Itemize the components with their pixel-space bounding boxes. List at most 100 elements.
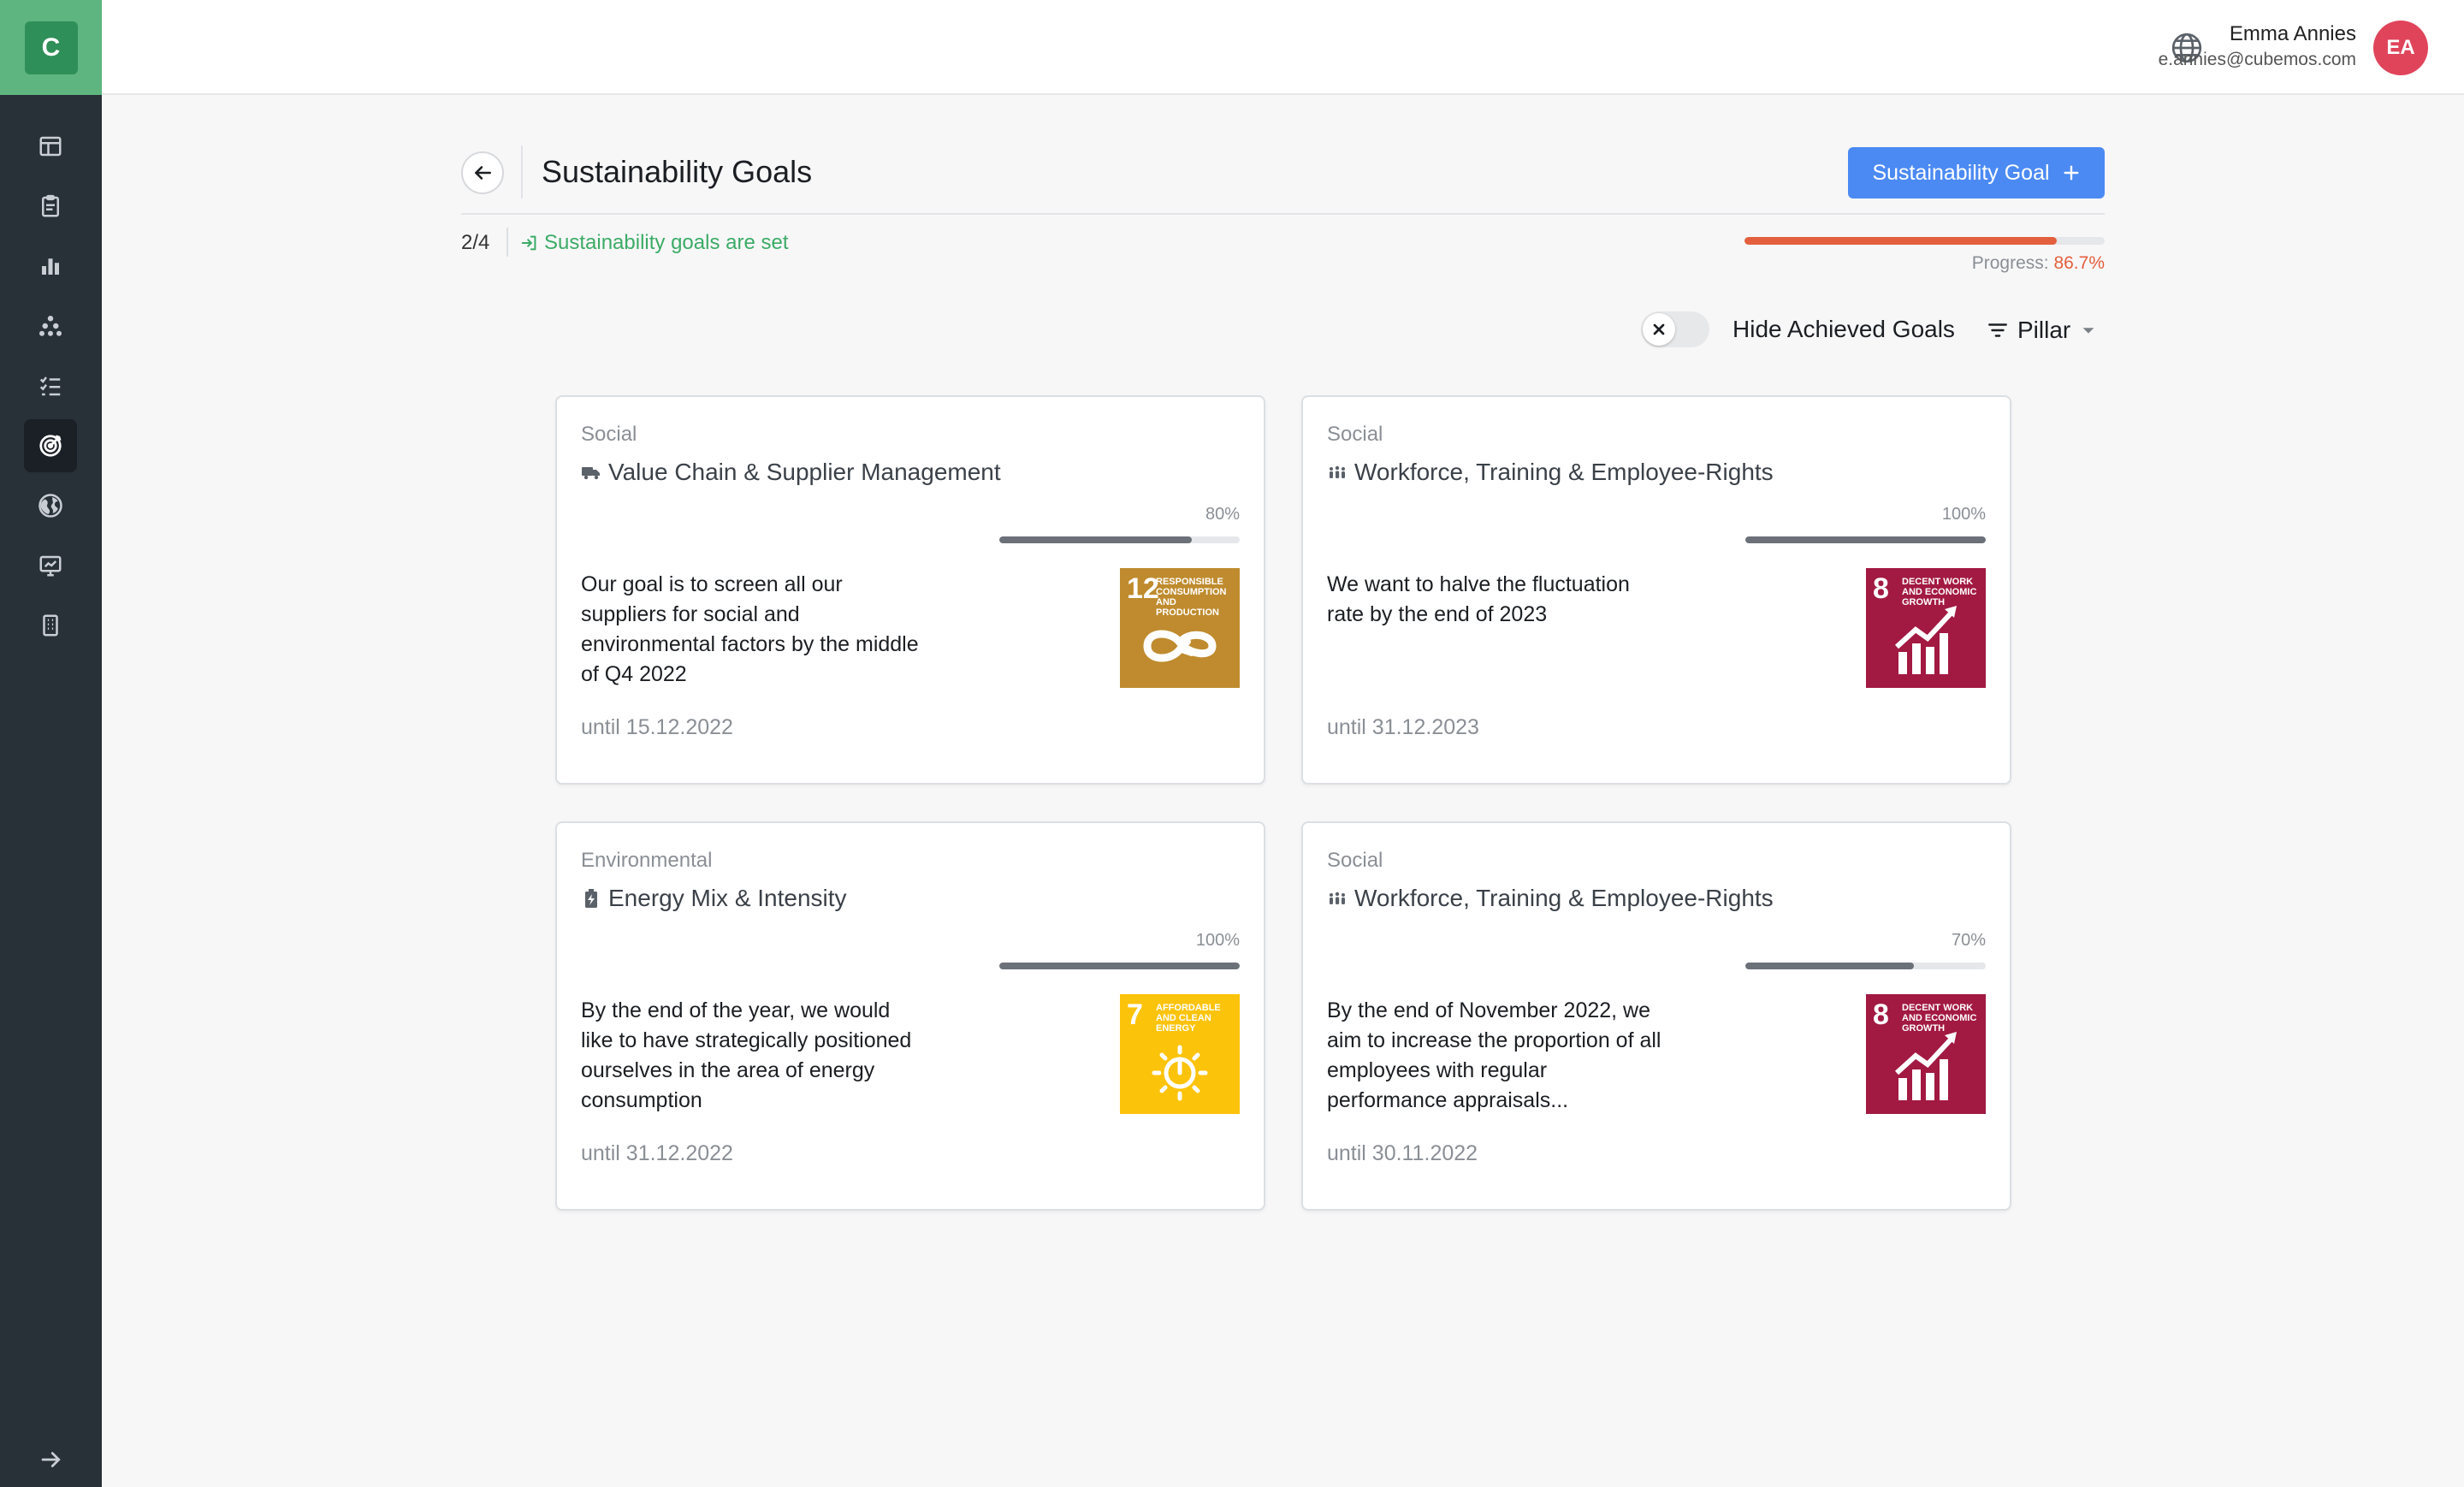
clipboard-icon (38, 193, 63, 219)
infinity-icon (1120, 568, 1240, 688)
truck-icon (581, 462, 601, 483)
goal-percent: 80% (1205, 505, 1240, 524)
goal-card[interactable]: Social Workforce, Training & Employee-Ri… (1301, 821, 2011, 1211)
progress-label: Progress: (1972, 253, 2049, 273)
goal-title-text: Value Chain & Supplier Management (608, 459, 1001, 486)
sun-power-icon (1120, 994, 1240, 1114)
globe-icon (38, 493, 63, 518)
sidebar-item-dashboard[interactable] (24, 120, 77, 173)
goal-card[interactable]: Social Value Chain & Supplier Management… (555, 395, 1265, 785)
app-logo[interactable]: C (25, 21, 78, 74)
sidebar-item-goals[interactable] (24, 419, 77, 472)
goal-progress-fill (999, 536, 1192, 543)
hide-achieved-label: Hide Achieved Goals (1732, 316, 1955, 343)
sidebar-item-global[interactable] (24, 479, 77, 532)
overall-progress-fill (1744, 237, 2057, 245)
goal-pillar: Environmental (581, 849, 712, 873)
goal-progress-bar (999, 963, 1240, 969)
sidebar-item-structure[interactable] (24, 299, 77, 352)
goal-progress-bar (999, 536, 1240, 543)
goal-title: Energy Mix & Intensity (581, 885, 847, 912)
goal-progress-bar (1745, 963, 1986, 969)
goal-description: By the end of the year, we would like to… (581, 996, 923, 1116)
goal-progress-fill (1745, 963, 1914, 969)
overall-progress-bar (1744, 237, 2105, 245)
growth-chart-icon (1866, 994, 1986, 1114)
sdg-badge: 8 Decent work and economic growth (1866, 994, 1986, 1114)
sidebar-item-presentations[interactable] (24, 539, 77, 592)
header-divider (521, 145, 523, 198)
goal-deadline: until 31.12.2023 (1327, 715, 1479, 740)
arrow-right-icon (38, 1447, 64, 1472)
goal-title: Workforce, Training & Employee-Rights (1327, 459, 1774, 486)
goal-description: We want to halve the fluctuation rate by… (1327, 570, 1669, 630)
goal-percent: 100% (1196, 931, 1240, 951)
goal-description: Our goal is to screen all our suppliers … (581, 570, 923, 690)
step-count: 2/4 (461, 231, 489, 255)
goal-percent: 100% (1942, 505, 1986, 524)
top-bar: Emma Annies e.annies@cubemos.com EA (102, 0, 2464, 95)
people-icon (1327, 888, 1348, 909)
battery-icon (581, 888, 601, 909)
building-icon (38, 613, 63, 638)
step-divider (506, 228, 508, 257)
user-email: e.annies@cubemos.com (2159, 50, 2356, 70)
goal-title: Workforce, Training & Employee-Rights (1327, 885, 1774, 912)
goal-title-text: Energy Mix & Intensity (608, 885, 847, 912)
checklist-icon (38, 373, 63, 399)
goal-deadline: until 31.12.2022 (581, 1141, 733, 1166)
people-icon (1327, 462, 1348, 483)
chevron-down-icon (2079, 321, 2098, 340)
filter-icon (1987, 319, 2009, 341)
header-rule (461, 213, 2105, 215)
add-sustainability-goal-button[interactable]: Sustainability Goal (1848, 147, 2105, 198)
sdg-badge: 12 Responsible consumption and productio… (1120, 568, 1240, 688)
goal-title: Value Chain & Supplier Management (581, 459, 1001, 486)
sidebar-item-reports[interactable] (24, 180, 77, 233)
goal-progress-fill (1745, 536, 1986, 543)
goal-pillar: Social (1327, 849, 1383, 873)
step-status-text: Sustainability goals are set (544, 231, 789, 255)
close-icon (1650, 321, 1667, 338)
step-status[interactable]: Sustainability goals are set (520, 231, 789, 255)
goal-deadline: until 15.12.2022 (581, 715, 733, 740)
goal-progress-bar (1745, 536, 1986, 543)
bar-chart-icon (38, 253, 63, 279)
add-goal-label: Sustainability Goal (1872, 161, 2049, 186)
growth-chart-icon (1866, 568, 1986, 688)
sidebar-item-analytics[interactable] (24, 240, 77, 293)
back-button[interactable] (461, 151, 504, 194)
goal-pillar: Social (1327, 423, 1383, 447)
sdg-badge: 7 Affordable and clean energy (1120, 994, 1240, 1114)
hide-achieved-toggle[interactable] (1641, 311, 1709, 347)
layout-icon (38, 133, 63, 159)
avatar[interactable]: EA (2373, 21, 2428, 75)
sidebar-item-tasks[interactable] (24, 359, 77, 412)
hierarchy-icon (38, 313, 63, 339)
goal-description: By the end of November 2022, we aim to i… (1327, 996, 1669, 1116)
sign-in-arrow-icon (520, 234, 539, 252)
pillar-filter-dropdown[interactable]: Pillar (1987, 315, 2098, 346)
target-icon (38, 433, 63, 459)
sidebar-collapse-button[interactable] (34, 1443, 68, 1477)
pillar-filter-label: Pillar (2017, 317, 2070, 344)
progress-value: 86.7% (2053, 253, 2105, 273)
goal-card[interactable]: Environmental Energy Mix & Intensity 100… (555, 821, 1265, 1211)
goal-card[interactable]: Social Workforce, Training & Employee-Ri… (1301, 395, 2011, 785)
user-name: Emma Annies (2230, 22, 2356, 46)
goal-title-text: Workforce, Training & Employee-Rights (1354, 459, 1774, 486)
sdg-badge: 8 Decent work and economic growth (1866, 568, 1986, 688)
progress-text: Progress: 86.7% (1972, 253, 2105, 274)
toggle-knob (1643, 313, 1675, 346)
goal-title-text: Workforce, Training & Employee-Rights (1354, 885, 1774, 912)
logo-area[interactable]: C (0, 0, 102, 95)
sidebar-item-company[interactable] (24, 599, 77, 652)
presentation-icon (38, 553, 63, 578)
arrow-left-icon (471, 162, 494, 184)
plus-icon (2062, 163, 2081, 182)
goal-pillar: Social (581, 423, 637, 447)
goal-deadline: until 30.11.2022 (1327, 1141, 1478, 1166)
goal-percent: 70% (1952, 931, 1986, 951)
page-title: Sustainability Goals (542, 154, 812, 190)
goal-progress-fill (999, 963, 1240, 969)
